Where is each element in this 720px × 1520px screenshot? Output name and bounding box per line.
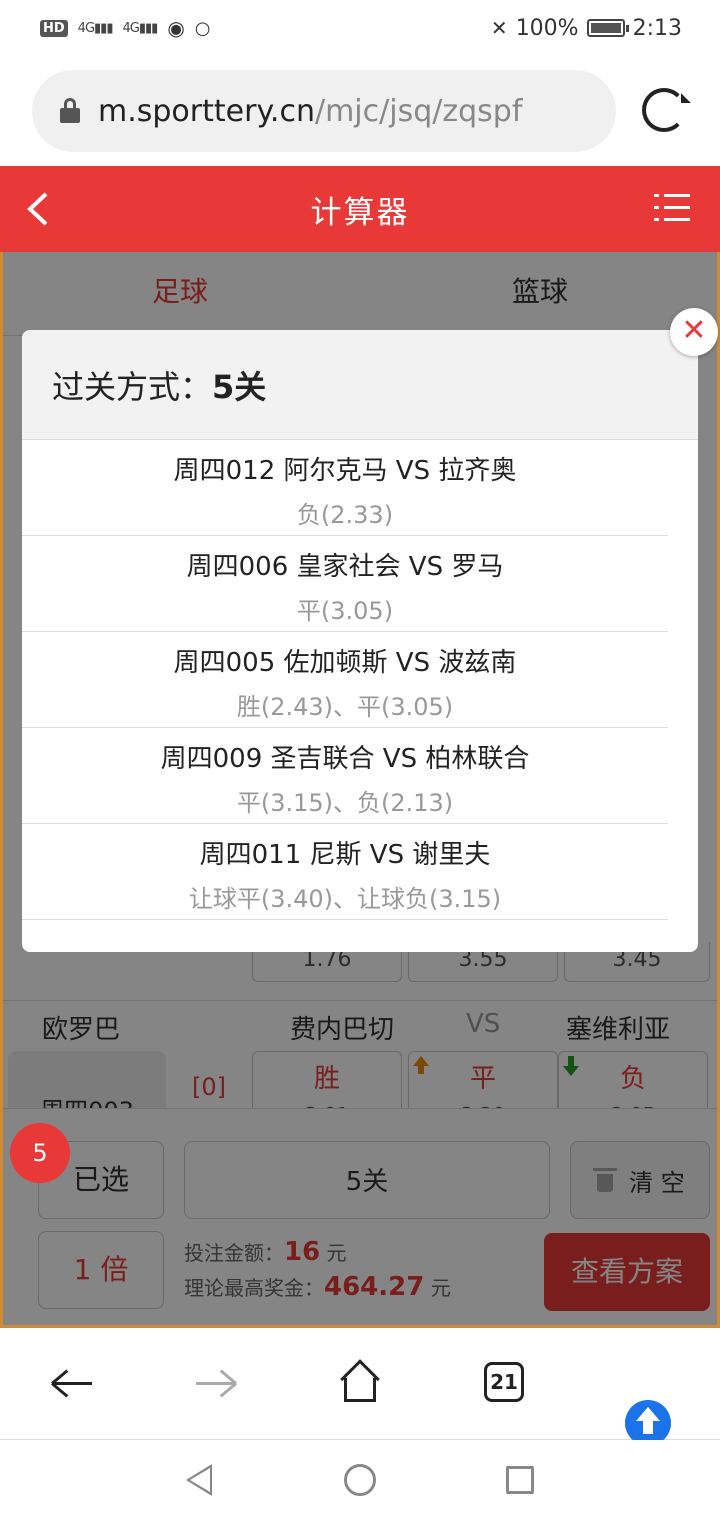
list-item: 周四009 圣吉联合 VS 柏林联合 平(3.15)、负(2.13) xyxy=(22,728,668,824)
modal-title-prefix: 过关方式： xyxy=(52,367,213,406)
system-nav-bar xyxy=(0,1440,720,1520)
battery-icon xyxy=(586,19,629,37)
selection-list: 周四012 阿尔克马 VS 拉齐奥 负(2.33) 周四006 皇家社会 VS … xyxy=(22,440,668,920)
tabs-icon[interactable]: 21 xyxy=(484,1362,524,1402)
list-item: 周四005 佐加顿斯 VS 波兹南 胜(2.43)、平(3.05) xyxy=(22,632,668,728)
modal-title: 过关方式： 5关 xyxy=(22,330,698,440)
nav-home-icon[interactable] xyxy=(344,1464,376,1496)
address-bar[interactable]: m.sporttery.cn/mjc/jsq/zqspf xyxy=(32,70,616,152)
nav-back-icon[interactable] xyxy=(186,1464,212,1496)
nav-recents-icon[interactable] xyxy=(506,1466,534,1494)
browser-toolbar: 21 xyxy=(0,1328,720,1446)
lock-icon xyxy=(60,98,80,124)
match-teams: 周四011 尼斯 VS 谢里夫 xyxy=(199,840,491,870)
match-teams: 周四012 阿尔克马 VS 拉齐奥 xyxy=(173,456,517,486)
search-icon: ○ xyxy=(194,17,211,39)
url-text: m.sporttery.cn/mjc/jsq/zqspf xyxy=(98,93,523,129)
pass-detail-modal: 过关方式： 5关 周四012 阿尔克马 VS 拉齐奥 负(2.33) 周四006 … xyxy=(22,330,698,952)
match-pick: 胜(2.43)、平(3.05) xyxy=(236,693,454,721)
mute-icon: ✕ xyxy=(490,16,508,40)
back-arrow-icon[interactable] xyxy=(52,1362,92,1406)
modal-title-value: 5关 xyxy=(212,367,267,406)
hd-badge: HD xyxy=(40,19,68,37)
list-item: 周四011 尼斯 VS 谢里夫 让球平(3.40)、让球负(3.15) xyxy=(22,824,668,920)
match-teams: 周四005 佐加顿斯 VS 波兹南 xyxy=(173,648,517,678)
status-left: HD 4G▮▮▮ 4G▮▮▮ ◉ ○ xyxy=(40,16,211,40)
close-icon[interactable]: ✕ xyxy=(670,308,718,356)
match-pick: 平(3.05) xyxy=(296,597,394,625)
page-title: 计算器 xyxy=(310,194,410,231)
forward-arrow-icon[interactable] xyxy=(196,1362,236,1406)
match-teams: 周四006 皇家社会 VS 罗马 xyxy=(186,552,504,582)
eye-icon: ◉ xyxy=(167,16,185,40)
status-bar: HD 4G▮▮▮ 4G▮▮▮ ◉ ○ ✕ 100% 2:13 xyxy=(0,0,720,56)
match-pick: 负(2.33) xyxy=(296,501,394,529)
reload-icon[interactable] xyxy=(642,88,686,132)
chevron-left-icon[interactable] xyxy=(24,190,54,228)
battery-percent: 100% xyxy=(515,15,579,41)
list-menu-icon[interactable] xyxy=(654,192,690,224)
selected-count-badge: 5 xyxy=(10,1123,70,1183)
signal-icon: 4G▮▮▮ xyxy=(122,20,159,36)
clock: 2:13 xyxy=(632,15,682,41)
status-right: ✕ 100% 2:13 xyxy=(491,16,682,41)
home-icon[interactable] xyxy=(340,1359,380,1402)
match-teams: 周四009 圣吉联合 VS 柏林联合 xyxy=(160,744,530,774)
signal-icon: 4G▮▮▮ xyxy=(77,20,114,36)
app-header: 计算器 xyxy=(0,166,720,252)
list-item: 周四006 皇家社会 VS 罗马 平(3.05) xyxy=(22,536,668,632)
list-item: 周四012 阿尔克马 VS 拉齐奥 负(2.33) xyxy=(22,440,668,536)
match-pick: 让球平(3.40)、让球负(3.15) xyxy=(188,885,502,913)
match-pick: 平(3.15)、负(2.13) xyxy=(236,789,454,817)
